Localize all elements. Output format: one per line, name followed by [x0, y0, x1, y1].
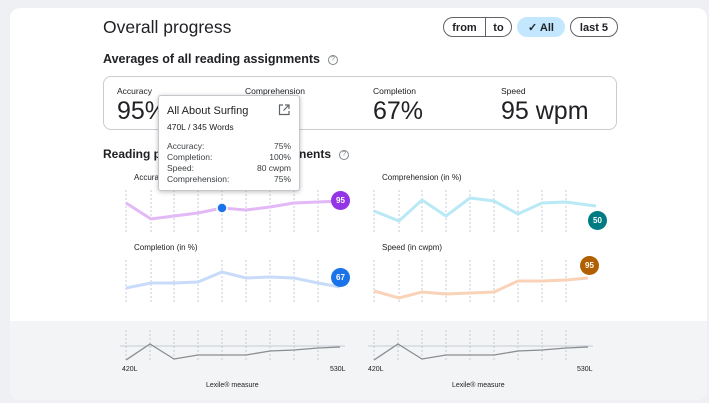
speed-end-badge: 95 [580, 256, 599, 275]
help-circle-icon[interactable]: ? [339, 149, 350, 160]
tooltip-row-label: Accuracy: [167, 141, 205, 151]
tooltip-title: All About Surfing [167, 105, 249, 117]
page-title: Overall progress [103, 17, 232, 37]
completion-chart-label: Completion (in %) [134, 243, 198, 252]
lexile-left-min: 420L [122, 366, 138, 373]
avg-speed-label: Speed [501, 86, 526, 96]
comprehension-chart[interactable] [366, 186, 606, 236]
lexile-left-max: 530L [330, 366, 346, 373]
comprehension-end-badge: 50 [588, 211, 607, 230]
avg-completion-value: 67% [373, 97, 424, 125]
lexile-right-min: 420L [368, 366, 384, 373]
lexile-panel [10, 321, 707, 400]
tooltip-row-value: 100% [269, 152, 291, 162]
lexile-chart-right[interactable] [368, 328, 598, 364]
comprehension-chart-label: Comprehension (in %) [382, 173, 462, 182]
completion-end-badge: 67 [331, 268, 350, 287]
last5-filter-button[interactable]: last 5 [570, 17, 618, 37]
speed-chart[interactable] [366, 256, 606, 306]
tooltip-row-value: 80 cwpm [256, 163, 291, 173]
completion-chart[interactable] [118, 256, 358, 306]
all-filter-label: All [539, 22, 554, 34]
tooltip-row-value: 75% [273, 174, 291, 184]
avg-speed-value: 95 wpm [501, 97, 589, 125]
open-in-new-icon[interactable] [278, 104, 290, 116]
lexile-right-axis-label: Lexile® measure [452, 382, 505, 389]
selected-point[interactable] [216, 202, 228, 214]
tooltip-row-comprehension: Comprehension: 75% [167, 174, 291, 184]
accuracy-chart[interactable] [118, 186, 358, 236]
tooltip-row-label: Comprehension: [167, 174, 230, 184]
avg-speed: Speed 95 wpm [501, 86, 589, 126]
from-filter-button[interactable]: from [443, 17, 486, 37]
progress-title-right: nents? [299, 147, 350, 161]
averages-title-text: Averages of all reading assignments [103, 52, 320, 66]
tooltip-row-speed: Speed: 80 cwpm [167, 163, 291, 173]
lexile-left-axis-label: Lexile® measure [206, 382, 259, 389]
all-filter-button[interactable]: ✓ All [517, 17, 565, 37]
overall-progress-card: Overall progress from to ✓ All last 5 Av… [10, 8, 707, 400]
tooltip-row-value: 75% [273, 141, 291, 151]
to-filter-button[interactable]: to [485, 17, 512, 37]
lexile-chart-left[interactable] [120, 328, 350, 364]
tooltip-row-label: Speed: [167, 163, 194, 173]
tooltip-row-label: Completion: [167, 152, 213, 162]
avg-completion: Completion 67% [373, 86, 423, 126]
tooltip-subtitle: 470L / 345 Words [167, 122, 234, 132]
lexile-right-max: 530L [577, 366, 593, 373]
help-circle-icon[interactable]: ? [327, 54, 338, 65]
tooltip-row-completion: Completion: 100% [167, 152, 291, 162]
check-icon: ✓ [528, 22, 540, 34]
progress-title-left: Reading pr [103, 147, 166, 161]
avg-completion-label: Completion [373, 86, 416, 96]
progress-title-right-text: nents [299, 147, 332, 161]
accuracy-chart-label: Accura [134, 173, 159, 182]
speed-chart-label: Speed (in cwpm) [382, 243, 443, 252]
tooltip-row-accuracy: Accuracy: 75% [167, 141, 291, 151]
averages-title: Averages of all reading assignments? [103, 52, 338, 66]
assignment-tooltip: All About Surfing 470L / 345 Words Accur… [158, 95, 300, 191]
accuracy-end-badge: 95 [331, 191, 350, 210]
